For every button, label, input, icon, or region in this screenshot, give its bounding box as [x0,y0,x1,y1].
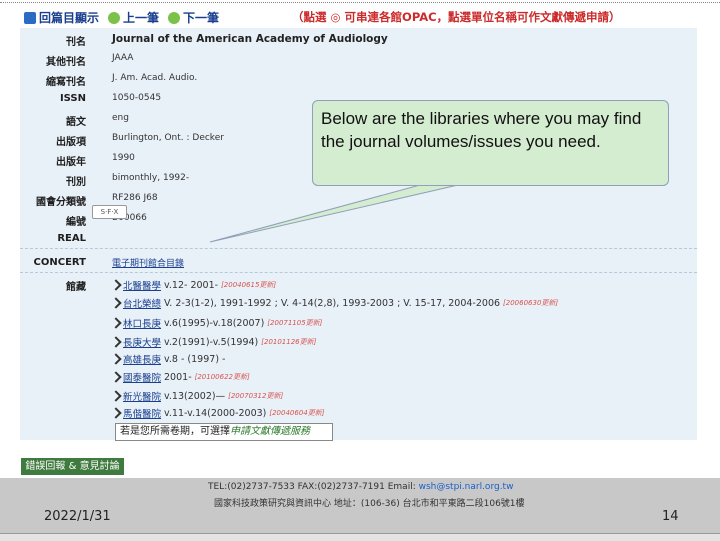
annotation-callout: Below are the libraries where you may fi… [312,100,669,186]
callout-pointer [209,184,459,243]
callout-tail [209,184,459,243]
